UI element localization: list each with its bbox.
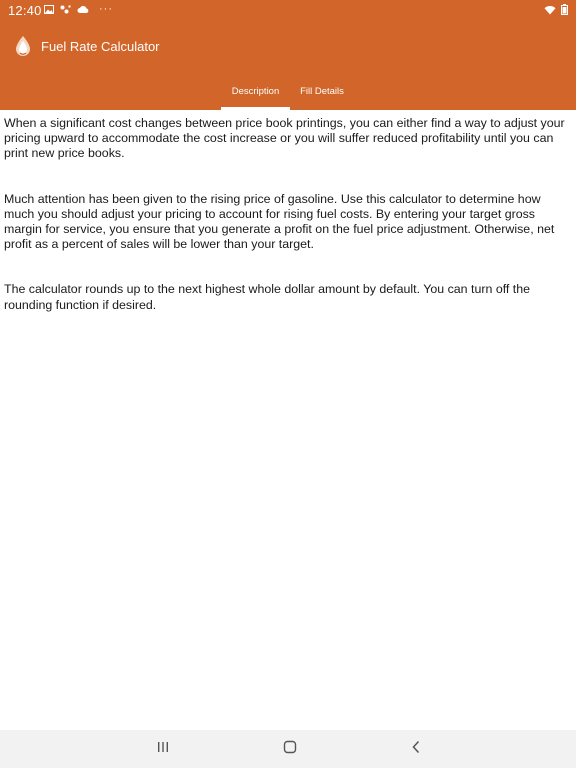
tab-fill-details[interactable]: Fill Details xyxy=(292,78,352,110)
description-paragraph: The calculator rounds up to the next hig… xyxy=(4,282,531,312)
app-title: Fuel Rate Calculator xyxy=(41,39,160,54)
tab-bar: Description Fill Details xyxy=(0,78,576,110)
wifi-icon xyxy=(544,5,556,15)
description-paragraph: When a significant cost changes between … xyxy=(4,116,565,161)
recents-button[interactable] xyxy=(151,739,175,759)
app-bar: Fuel Rate Calculator xyxy=(0,24,576,70)
navigation-bar xyxy=(0,730,576,768)
network-icon xyxy=(60,5,71,14)
app-screen: 12:40 ··· Fuel Rate Calculator Descripti… xyxy=(0,0,576,768)
home-button[interactable] xyxy=(278,739,302,759)
description-content: When a significant cost changes between … xyxy=(4,116,570,343)
back-icon xyxy=(411,740,421,759)
status-time: 12:40 xyxy=(8,3,42,18)
more-notifications-icon: ··· xyxy=(99,3,113,15)
battery-icon xyxy=(561,4,568,15)
status-icons-right xyxy=(544,4,568,15)
cloud-icon xyxy=(77,5,89,14)
image-icon xyxy=(44,4,54,14)
recents-icon xyxy=(156,740,170,758)
back-button[interactable] xyxy=(404,739,428,759)
header: 12:40 ··· Fuel Rate Calculator Descripti… xyxy=(0,0,576,110)
status-icons-left: ··· xyxy=(44,3,113,15)
tab-description[interactable]: Description xyxy=(221,78,290,110)
fuel-drop-logo-icon xyxy=(12,34,34,58)
status-bar: 12:40 ··· xyxy=(0,0,576,22)
home-icon xyxy=(283,740,297,759)
description-paragraph: Much attention has been given to the ris… xyxy=(4,191,555,252)
